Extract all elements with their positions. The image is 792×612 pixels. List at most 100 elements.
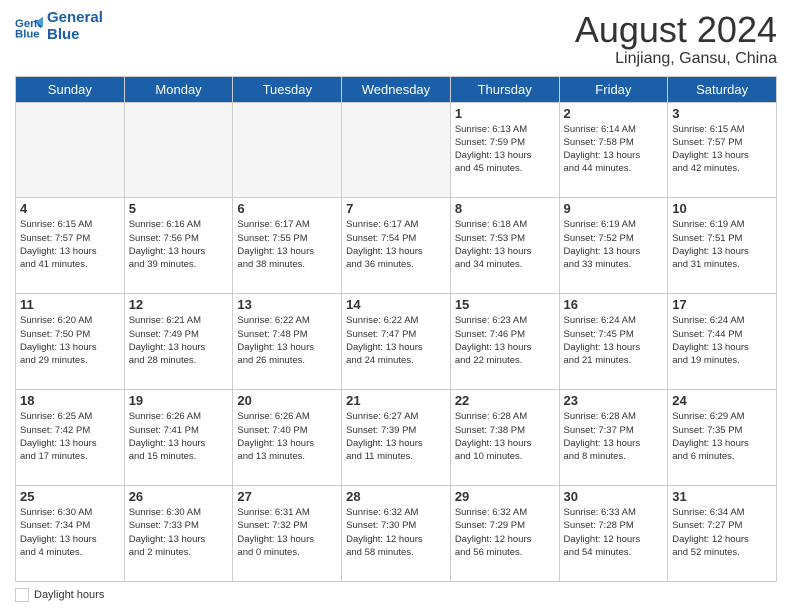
table-row <box>233 102 342 198</box>
table-row: 3Sunrise: 6:15 AM Sunset: 7:57 PM Daylig… <box>668 102 777 198</box>
day-info: Sunrise: 6:26 AM Sunset: 7:41 PM Dayligh… <box>129 410 229 463</box>
day-number: 26 <box>129 489 229 504</box>
day-info: Sunrise: 6:17 AM Sunset: 7:55 PM Dayligh… <box>237 218 337 271</box>
table-row: 21 Sunrise: 6:27 AM Sunset: 7:39 PM Dayli… <box>342 390 451 486</box>
table-row: 29Sunrise: 6:32 AM Sunset: 7:29 PM Dayli… <box>450 486 559 582</box>
day-number: 7 <box>346 201 446 216</box>
table-row: 26 Sunrise: 6:30 AM Sunset: 7:33 PM Dayli… <box>124 486 233 582</box>
day-info: Sunrise: 6:27 AM Sunset: 7:39 PM Dayligh… <box>346 410 446 463</box>
day-info: Sunrise: 6:23 AM Sunset: 7:46 PM Dayligh… <box>455 314 555 367</box>
table-row: 9 Sunrise: 6:19 AM Sunset: 7:52 PM Daylig… <box>559 198 668 294</box>
day-number: 20 <box>237 393 337 408</box>
day-info: Sunrise: 6:18 AM Sunset: 7:53 PM Dayligh… <box>455 218 555 271</box>
day-info: Sunrise: 6:30 AM Sunset: 7:33 PM Dayligh… <box>129 506 229 559</box>
logo: General Blue General Blue <box>15 10 103 43</box>
day-info: Sunrise: 6:25 AM Sunset: 7:42 PM Dayligh… <box>20 410 120 463</box>
day-number: 29 <box>455 489 555 504</box>
day-info: Sunrise: 6:33 AM Sunset: 7:28 PM Dayligh… <box>564 506 664 559</box>
day-info: Sunrise: 6:20 AM Sunset: 7:50 PM Dayligh… <box>20 314 120 367</box>
table-row: 25Sunrise: 6:30 AM Sunset: 7:34 PM Dayli… <box>16 486 125 582</box>
svg-text:Blue: Blue <box>15 28 40 40</box>
calendar-table: Sunday Monday Tuesday Wednesday Thursday… <box>15 76 777 582</box>
day-info: Sunrise: 6:21 AM Sunset: 7:49 PM Dayligh… <box>129 314 229 367</box>
col-saturday: Saturday <box>668 76 777 102</box>
legend-daylight-color <box>15 588 29 602</box>
logo-icon: General Blue <box>15 13 43 41</box>
table-row: 2 Sunrise: 6:14 AM Sunset: 7:58 PM Daylig… <box>559 102 668 198</box>
col-sunday: Sunday <box>16 76 125 102</box>
day-info: Sunrise: 6:26 AM Sunset: 7:40 PM Dayligh… <box>237 410 337 463</box>
day-info: Sunrise: 6:15 AM Sunset: 7:57 PM Dayligh… <box>672 123 772 176</box>
table-row: 14 Sunrise: 6:22 AM Sunset: 7:47 PM Dayli… <box>342 294 451 390</box>
day-number: 11 <box>20 297 120 312</box>
table-row: 16 Sunrise: 6:24 AM Sunset: 7:45 PM Dayli… <box>559 294 668 390</box>
table-row: 11 Sunrise: 6:20 AM Sunset: 7:50 PM Dayli… <box>16 294 125 390</box>
day-info: Sunrise: 6:34 AM Sunset: 7:27 PM Dayligh… <box>672 506 772 559</box>
col-thursday: Thursday <box>450 76 559 102</box>
day-info: Sunrise: 6:19 AM Sunset: 7:51 PM Dayligh… <box>672 218 772 271</box>
table-row: 7 Sunrise: 6:17 AM Sunset: 7:54 PM Daylig… <box>342 198 451 294</box>
day-number: 2 <box>564 106 664 121</box>
table-row: 31Sunrise: 6:34 AM Sunset: 7:27 PM Dayli… <box>668 486 777 582</box>
page: General Blue General Blue August 2024 Li… <box>0 0 792 612</box>
calendar-header-row: Sunday Monday Tuesday Wednesday Thursday… <box>16 76 777 102</box>
day-info: Sunrise: 6:32 AM Sunset: 7:30 PM Dayligh… <box>346 506 446 559</box>
table-row: 5 Sunrise: 6:16 AM Sunset: 7:56 PM Daylig… <box>124 198 233 294</box>
table-row: 1 Sunrise: 6:13 AM Sunset: 7:59 PM Daylig… <box>450 102 559 198</box>
day-info: Sunrise: 6:14 AM Sunset: 7:58 PM Dayligh… <box>564 123 664 176</box>
day-number: 23 <box>564 393 664 408</box>
day-info: Sunrise: 6:17 AM Sunset: 7:54 PM Dayligh… <box>346 218 446 271</box>
table-row: 23Sunrise: 6:28 AM Sunset: 7:37 PM Dayli… <box>559 390 668 486</box>
day-number: 8 <box>455 201 555 216</box>
day-info: Sunrise: 6:16 AM Sunset: 7:56 PM Dayligh… <box>129 218 229 271</box>
table-row: 15 Sunrise: 6:23 AM Sunset: 7:46 PM Dayli… <box>450 294 559 390</box>
day-info: Sunrise: 6:28 AM Sunset: 7:38 PM Dayligh… <box>455 410 555 463</box>
table-row <box>124 102 233 198</box>
day-info: Sunrise: 6:30 AM Sunset: 7:34 PM Dayligh… <box>20 506 120 559</box>
legend-daylight: Daylight hours <box>15 588 104 602</box>
table-row <box>342 102 451 198</box>
day-number: 18 <box>20 393 120 408</box>
day-number: 16 <box>564 297 664 312</box>
table-row: 4Sunrise: 6:15 AM Sunset: 7:57 PM Daylig… <box>16 198 125 294</box>
title-block: August 2024 Linjiang, Gansu, China <box>575 10 777 68</box>
day-number: 19 <box>129 393 229 408</box>
col-monday: Monday <box>124 76 233 102</box>
col-wednesday: Wednesday <box>342 76 451 102</box>
day-info: Sunrise: 6:19 AM Sunset: 7:52 PM Dayligh… <box>564 218 664 271</box>
table-row: 28 Sunrise: 6:32 AM Sunset: 7:30 PM Dayli… <box>342 486 451 582</box>
day-number: 17 <box>672 297 772 312</box>
day-number: 10 <box>672 201 772 216</box>
legend: Daylight hours <box>15 588 777 602</box>
calendar-week-1: 1 Sunrise: 6:13 AM Sunset: 7:59 PM Daylig… <box>16 102 777 198</box>
table-row: 17Sunrise: 6:24 AM Sunset: 7:44 PM Dayli… <box>668 294 777 390</box>
day-number: 21 <box>346 393 446 408</box>
table-row: 8 Sunrise: 6:18 AM Sunset: 7:53 PM Daylig… <box>450 198 559 294</box>
legend-daylight-label: Daylight hours <box>34 589 104 601</box>
day-number: 5 <box>129 201 229 216</box>
logo-general: General <box>47 9 103 26</box>
calendar-week-4: 18 Sunrise: 6:25 AM Sunset: 7:42 PM Dayli… <box>16 390 777 486</box>
day-number: 28 <box>346 489 446 504</box>
day-number: 22 <box>455 393 555 408</box>
day-info: Sunrise: 6:15 AM Sunset: 7:57 PM Dayligh… <box>20 218 120 271</box>
day-number: 15 <box>455 297 555 312</box>
table-row: 10 Sunrise: 6:19 AM Sunset: 7:51 PM Dayli… <box>668 198 777 294</box>
day-info: Sunrise: 6:31 AM Sunset: 7:32 PM Dayligh… <box>237 506 337 559</box>
table-row: 6Sunrise: 6:17 AM Sunset: 7:55 PM Daylig… <box>233 198 342 294</box>
day-number: 24 <box>672 393 772 408</box>
day-number: 14 <box>346 297 446 312</box>
calendar-week-3: 11 Sunrise: 6:20 AM Sunset: 7:50 PM Dayli… <box>16 294 777 390</box>
day-number: 1 <box>455 106 555 121</box>
day-info: Sunrise: 6:13 AM Sunset: 7:59 PM Dayligh… <box>455 123 555 176</box>
day-info: Sunrise: 6:24 AM Sunset: 7:45 PM Dayligh… <box>564 314 664 367</box>
day-info: Sunrise: 6:22 AM Sunset: 7:47 PM Dayligh… <box>346 314 446 367</box>
logo-blue: Blue <box>47 26 80 43</box>
day-info: Sunrise: 6:22 AM Sunset: 7:48 PM Dayligh… <box>237 314 337 367</box>
day-number: 9 <box>564 201 664 216</box>
header: General Blue General Blue August 2024 Li… <box>15 10 777 68</box>
table-row <box>16 102 125 198</box>
table-row: 19 Sunrise: 6:26 AM Sunset: 7:41 PM Dayli… <box>124 390 233 486</box>
table-row: 30Sunrise: 6:33 AM Sunset: 7:28 PM Dayli… <box>559 486 668 582</box>
day-number: 13 <box>237 297 337 312</box>
